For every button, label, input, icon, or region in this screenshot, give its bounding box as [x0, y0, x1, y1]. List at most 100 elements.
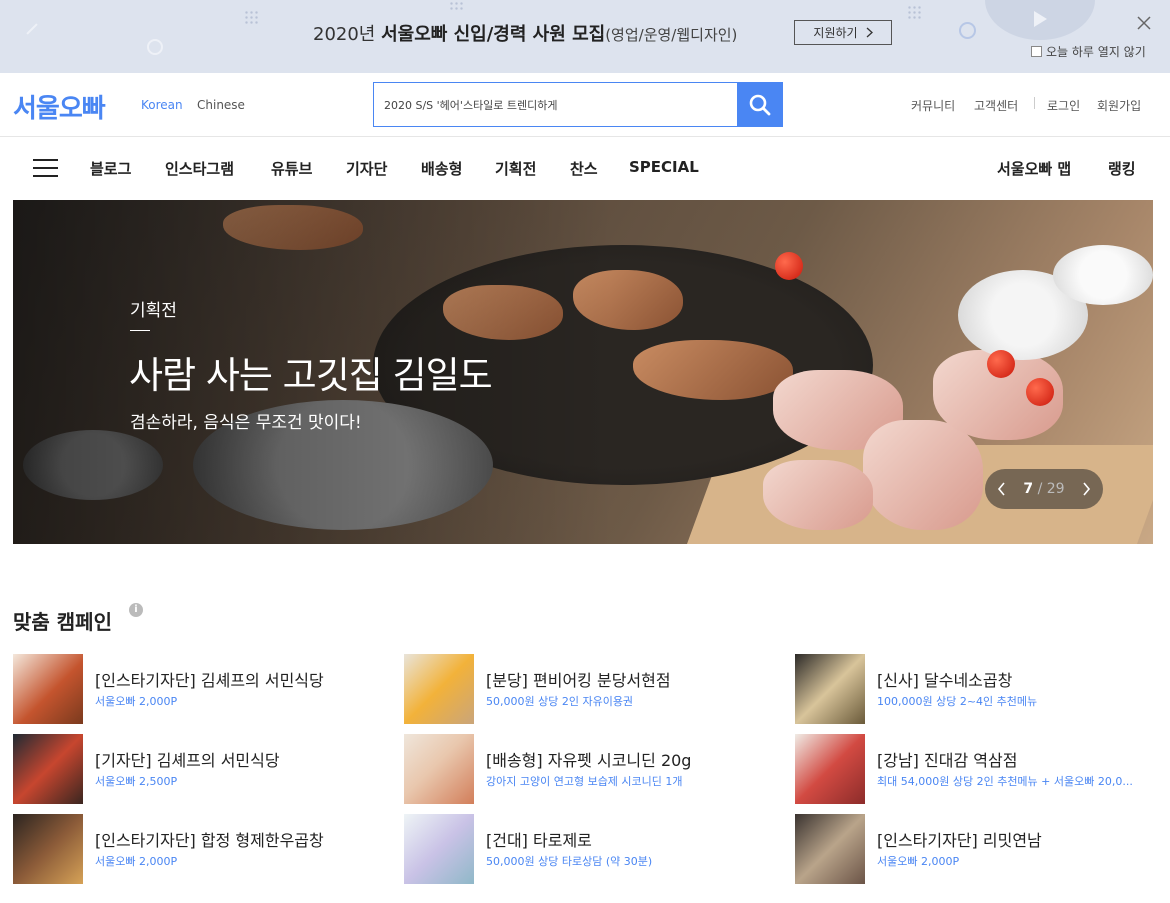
- campaign-title[interactable]: [인스타기자단] 김셰프의 서민식당: [95, 667, 324, 691]
- campaign-thumbnail[interactable]: [404, 814, 474, 884]
- community-link[interactable]: 커뮤니티: [911, 97, 955, 114]
- util-divider: [1034, 97, 1035, 109]
- lang-korean-link[interactable]: Korean: [141, 98, 183, 112]
- pager-count: 7 / 29: [1023, 481, 1064, 497]
- campaign-subtitle: 서울오빠 2,000P: [95, 855, 178, 868]
- hero-slider[interactable]: 기획전 사람 사는 고깃집 김일도 겸손하라, 음식은 무조건 맛이다! 7 /…: [13, 200, 1153, 544]
- info-icon[interactable]: i: [129, 603, 143, 617]
- chevron-left-icon[interactable]: [997, 482, 1006, 496]
- banner-decoration: [26, 23, 38, 35]
- campaign-subtitle: 서울오빠 2,500P: [95, 775, 178, 788]
- campaign-title[interactable]: [강남] 진대감 역삼점: [877, 747, 1017, 771]
- campaign-subtitle: 50,000원 상당 타로상담 (약 30분): [486, 855, 653, 868]
- campaign-card[interactable]: [인스타기자단] 합정 형제한우곱창서울오빠 2,000P: [13, 814, 393, 884]
- hero-image-tomato: [775, 252, 803, 280]
- apply-button-label: 지원하기: [813, 26, 858, 40]
- search-bar: [373, 82, 783, 127]
- nav-item-reporters[interactable]: 기자단: [346, 158, 387, 179]
- campaign-title[interactable]: [인스타기자단] 합정 형제한우곱창: [95, 827, 324, 851]
- campaign-card[interactable]: [신사] 달수네소곱창 100,000원 상당 2~4인 추천메뉴: [795, 654, 1170, 724]
- top-recruit-banner[interactable]: 2020년 서울오빠 신입/경력 사원 모집(영업/운영/웹디자인) 지원하기 …: [0, 0, 1170, 73]
- campaign-thumbnail[interactable]: [13, 814, 83, 884]
- nav-item-ranking[interactable]: 랭킹: [1108, 158, 1136, 179]
- campaign-title[interactable]: [건대] 타로제로: [486, 827, 592, 851]
- campaign-title[interactable]: [기자단] 김셰프의 서민식당: [95, 747, 280, 771]
- banner-decoration: [959, 22, 976, 39]
- campaign-card[interactable]: [인스타기자단] 김셰프의 서민식당서울오빠 2,000P: [13, 654, 393, 724]
- hero-image-tomato: [987, 350, 1015, 378]
- nav-item-special[interactable]: SPECIAL: [629, 158, 699, 176]
- hero-image-tomato: [1026, 378, 1054, 406]
- banner-decoration: [147, 39, 163, 55]
- campaign-title[interactable]: [배송형] 자유펫 시코니딘 20g: [486, 747, 691, 771]
- hero-divider: [130, 330, 150, 331]
- search-button[interactable]: [737, 83, 782, 126]
- banner-title-bold: 서울오빠 신입/경력 사원 모집: [381, 24, 606, 45]
- dont-show-today-checkbox[interactable]: 오늘 하루 열지 않기: [1031, 43, 1146, 60]
- nav-item-delivery[interactable]: 배송형: [421, 158, 462, 179]
- dont-show-today-label: 오늘 하루 열지 않기: [1046, 45, 1146, 59]
- campaign-thumbnail[interactable]: [795, 654, 865, 724]
- campaign-thumbnail[interactable]: [795, 814, 865, 884]
- campaign-card[interactable]: [기자단] 김셰프의 서민식당서울오빠 2,500P: [13, 734, 393, 804]
- campaign-subtitle: 강아지 고양이 연고형 보습제 시코니딘 1개: [486, 775, 683, 788]
- search-icon: [749, 94, 770, 115]
- pager-separator: /: [1033, 481, 1047, 497]
- campaign-thumbnail[interactable]: [404, 734, 474, 804]
- nav-item-exhibition[interactable]: 기획전: [495, 158, 536, 179]
- hero-pager: 7 / 29: [985, 469, 1103, 509]
- nav-item-chance[interactable]: 찬스: [570, 158, 598, 179]
- pager-total: 29: [1046, 481, 1065, 497]
- hero-title[interactable]: 사람 사는 고깃집 김일도: [129, 345, 493, 399]
- campaign-thumbnail[interactable]: [404, 654, 474, 724]
- signup-link[interactable]: 회원가입: [1097, 97, 1141, 114]
- site-logo[interactable]: 서울오빠: [13, 88, 106, 125]
- campaign-card[interactable]: [배송형] 자유펫 시코니딘 20g 강아지 고양이 연고형 보습제 시코니딘 1…: [404, 734, 784, 804]
- campaign-subtitle: 최대 54,000원 상당 2인 추천메뉴 + 서울오빠 20,0...: [877, 775, 1133, 788]
- campaign-thumbnail[interactable]: [795, 734, 865, 804]
- checkbox-box[interactable]: [1031, 46, 1042, 57]
- apply-button[interactable]: 지원하기: [794, 20, 892, 45]
- hero-image-raw-meat: [763, 460, 873, 530]
- hamburger-menu-icon[interactable]: [33, 159, 58, 177]
- customer-center-link[interactable]: 고객센터: [974, 97, 1018, 114]
- site-header: 서울오빠 Korean Chinese 커뮤니티 고객센터 로그인 회원가입: [0, 73, 1170, 137]
- campaign-subtitle: 100,000원 상당 2~4인 추천메뉴: [877, 695, 1038, 708]
- nav-item-youtube[interactable]: 유튜브: [271, 158, 312, 179]
- play-decoration-icon: [1034, 11, 1047, 27]
- banner-decoration: [449, 0, 465, 12]
- banner-decoration: [244, 10, 260, 26]
- campaign-subtitle: 서울오빠 2,000P: [877, 855, 960, 868]
- campaign-section-title: 맞춤 캠페인: [13, 610, 112, 634]
- nav-item-map[interactable]: 서울오빠 맵: [997, 158, 1071, 179]
- campaign-title[interactable]: [신사] 달수네소곱창: [877, 667, 1012, 691]
- campaign-thumbnail[interactable]: [13, 734, 83, 804]
- hero-description: 겸손하라, 음식은 무조건 맛이다!: [130, 413, 362, 433]
- campaign-title[interactable]: [인스타기자단] 리밋연남: [877, 827, 1042, 851]
- pager-current: 7: [1023, 481, 1034, 497]
- nav-item-instagram[interactable]: 인스타그램: [165, 158, 234, 179]
- lang-chinese-link[interactable]: Chinese: [197, 98, 245, 112]
- campaign-card[interactable]: [강남] 진대감 역삼점최대 54,000원 상당 2인 추천메뉴 + 서울오빠…: [795, 734, 1170, 804]
- hero-category: 기획전: [130, 301, 177, 321]
- banner-decoration: [907, 5, 923, 21]
- banner-title-prefix: 2020년: [313, 24, 382, 45]
- campaign-card[interactable]: [건대] 타로제로 50,000원 상당 타로상담 (약 30분): [404, 814, 784, 884]
- campaign-card[interactable]: [분당] 편비어킹 분당서현점 50,000원 상당 2인 자유이용권: [404, 654, 784, 724]
- campaign-thumbnail[interactable]: [13, 654, 83, 724]
- chevron-right-icon: [866, 27, 873, 38]
- hero-image-raw-meat: [863, 420, 983, 530]
- nav-item-blog[interactable]: 블로그: [90, 158, 131, 179]
- close-icon[interactable]: [1137, 16, 1151, 34]
- login-link[interactable]: 로그인: [1047, 97, 1080, 114]
- campaign-title[interactable]: [분당] 편비어킹 분당서현점: [486, 667, 671, 691]
- hero-image-bowl: [1053, 245, 1153, 305]
- search-input[interactable]: [374, 83, 737, 126]
- campaign-subtitle: 서울오빠 2,000P: [95, 695, 178, 708]
- banner-title-suffix: (영업/운영/웹디자인): [605, 26, 738, 44]
- campaign-card[interactable]: [인스타기자단] 리밋연남서울오빠 2,000P: [795, 814, 1170, 884]
- chevron-right-icon[interactable]: [1082, 482, 1091, 496]
- main-nav: 블로그 인스타그램 유튜브 기자단 배송형 기획전 찬스 SPECIAL 서울오…: [0, 137, 1170, 200]
- banner-title: 2020년 서울오빠 신입/경력 사원 모집(영업/운영/웹디자인): [313, 20, 737, 46]
- campaign-subtitle: 50,000원 상당 2인 자유이용권: [486, 695, 634, 708]
